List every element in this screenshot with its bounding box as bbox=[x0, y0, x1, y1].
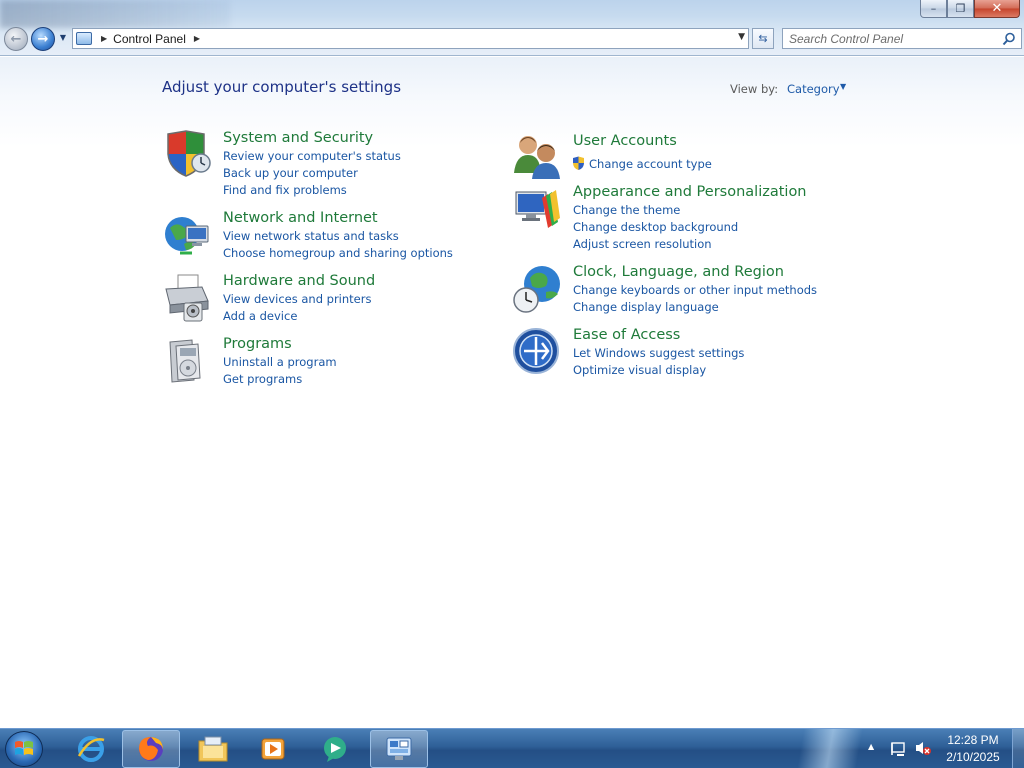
back-arrow-icon: ← bbox=[10, 31, 22, 47]
link-desktop-background[interactable]: Change desktop background bbox=[573, 220, 738, 234]
close-button[interactable]: ✕ bbox=[974, 0, 1020, 18]
refresh-icon: ⇆ bbox=[758, 32, 768, 45]
link-network-status[interactable]: View network status and tasks bbox=[223, 229, 399, 243]
category-appearance: Appearance and Personalization Change th… bbox=[512, 184, 852, 254]
start-button[interactable] bbox=[5, 731, 43, 767]
address-dropdown-icon[interactable]: ▼ bbox=[738, 32, 745, 42]
link-change-account-type[interactable]: Change account type bbox=[589, 157, 712, 171]
maximize-button[interactable]: ❐ bbox=[947, 0, 974, 18]
minimize-button[interactable]: – bbox=[920, 0, 947, 18]
file-explorer-icon bbox=[198, 736, 228, 762]
view-by-dropdown[interactable]: Category bbox=[787, 82, 840, 96]
clock-date[interactable]: 2/10/2025 bbox=[940, 750, 1006, 764]
link-find-fix[interactable]: Find and fix problems bbox=[223, 183, 347, 197]
internet-explorer-icon bbox=[77, 736, 105, 762]
back-button[interactable]: ← bbox=[4, 27, 28, 51]
window-controls: – ❐ ✕ bbox=[920, 0, 1020, 18]
category-title-hardware-sound[interactable]: Hardware and Sound bbox=[223, 273, 375, 289]
category-ease-of-access: Ease of Access Let Windows suggest setti… bbox=[512, 327, 852, 382]
show-desktop-button[interactable] bbox=[1012, 729, 1024, 768]
page-title: Adjust your computer's settings bbox=[162, 78, 402, 96]
title-area bbox=[0, 0, 230, 28]
clock-time[interactable]: 12:28 PM bbox=[940, 733, 1006, 747]
category-title-user-accounts[interactable]: User Accounts bbox=[573, 133, 677, 149]
taskbar-media-player[interactable] bbox=[244, 730, 302, 768]
refresh-button[interactable]: ⇆ bbox=[752, 28, 774, 49]
windows-logo-icon bbox=[15, 741, 33, 755]
show-hidden-icons-button[interactable]: ▲ bbox=[868, 742, 874, 751]
ease-of-access-icon[interactable] bbox=[512, 327, 562, 377]
clock-globe-icon[interactable] bbox=[512, 264, 562, 314]
link-review-status[interactable]: Review your computer's status bbox=[223, 149, 401, 163]
link-back-up[interactable]: Back up your computer bbox=[223, 166, 358, 180]
programs-icon[interactable] bbox=[162, 336, 212, 386]
link-display-language[interactable]: Change display language bbox=[573, 300, 719, 314]
link-add-device[interactable]: Add a device bbox=[223, 309, 297, 323]
address-bar[interactable]: ▶ Control Panel ▶ ▼ bbox=[72, 28, 749, 49]
search-icon[interactable] bbox=[1002, 32, 1016, 46]
category-title-system-security[interactable]: System and Security bbox=[223, 130, 373, 146]
monitor-paint-icon[interactable] bbox=[512, 184, 562, 234]
breadcrumb-arrow-icon[interactable]: ▶ bbox=[194, 34, 200, 43]
category-title-ease-of-access[interactable]: Ease of Access bbox=[573, 327, 680, 343]
link-uninstall-program[interactable]: Uninstall a program bbox=[223, 355, 337, 369]
network-globe-icon[interactable] bbox=[162, 210, 212, 260]
taskbar-control-panel[interactable] bbox=[370, 730, 428, 768]
control-panel-icon bbox=[386, 737, 412, 760]
link-devices-printers[interactable]: View devices and printers bbox=[223, 292, 371, 306]
link-change-keyboards[interactable]: Change keyboards or other input methods bbox=[573, 283, 817, 297]
breadcrumb-separator-icon[interactable]: ▶ bbox=[101, 34, 107, 43]
uac-shield-icon bbox=[573, 156, 584, 170]
firefox-icon bbox=[139, 737, 163, 761]
link-get-programs[interactable]: Get programs bbox=[223, 372, 302, 386]
category-user-accounts: User Accounts Change account type bbox=[512, 133, 852, 179]
category-title-network-internet[interactable]: Network and Internet bbox=[223, 210, 378, 226]
category-system-security: System and Security Review your computer… bbox=[162, 130, 502, 200]
taskbar-internet-explorer[interactable] bbox=[62, 730, 120, 768]
taskbar-glow bbox=[760, 729, 900, 768]
forward-arrow-icon: → bbox=[37, 31, 49, 47]
category-title-programs[interactable]: Programs bbox=[223, 336, 292, 352]
users-icon[interactable] bbox=[512, 133, 562, 183]
action-center-flag-icon[interactable] bbox=[890, 740, 906, 756]
link-optimize-display[interactable]: Optimize visual display bbox=[573, 363, 706, 377]
search-box[interactable] bbox=[782, 28, 1022, 49]
category-network-internet: Network and Internet View network status… bbox=[162, 210, 502, 265]
category-clock-language-region: Clock, Language, and Region Change keybo… bbox=[512, 264, 852, 319]
link-screen-resolution[interactable]: Adjust screen resolution bbox=[573, 237, 712, 251]
category-hardware-sound: Hardware and Sound View devices and prin… bbox=[162, 273, 502, 328]
category-title-appearance[interactable]: Appearance and Personalization bbox=[573, 184, 807, 200]
printer-icon[interactable] bbox=[162, 273, 212, 323]
view-by-label: View by: bbox=[730, 82, 779, 96]
shield-icon[interactable] bbox=[162, 130, 212, 180]
recent-pages-dropdown[interactable]: ▼ bbox=[57, 33, 69, 45]
taskbar-file-explorer[interactable] bbox=[184, 730, 242, 768]
link-windows-suggest[interactable]: Let Windows suggest settings bbox=[573, 346, 744, 360]
view-by-caret-icon[interactable]: ▼ bbox=[840, 82, 846, 91]
category-programs: Programs Uninstall a program Get program… bbox=[162, 336, 502, 391]
search-input[interactable] bbox=[789, 31, 994, 46]
link-change-theme[interactable]: Change the theme bbox=[573, 203, 680, 217]
forward-button[interactable]: → bbox=[31, 27, 55, 51]
link-homegroup[interactable]: Choose homegroup and sharing options bbox=[223, 246, 453, 260]
taskbar-firefox[interactable] bbox=[122, 730, 180, 768]
media-player-icon bbox=[261, 738, 285, 760]
control-panel-icon bbox=[76, 32, 92, 45]
taskbar-messenger[interactable] bbox=[306, 730, 364, 768]
messenger-icon bbox=[324, 737, 346, 762]
volume-muted-icon[interactable] bbox=[914, 740, 932, 756]
category-title-clock-language-region[interactable]: Clock, Language, and Region bbox=[573, 264, 784, 280]
breadcrumb-control-panel[interactable]: Control Panel bbox=[113, 32, 186, 46]
